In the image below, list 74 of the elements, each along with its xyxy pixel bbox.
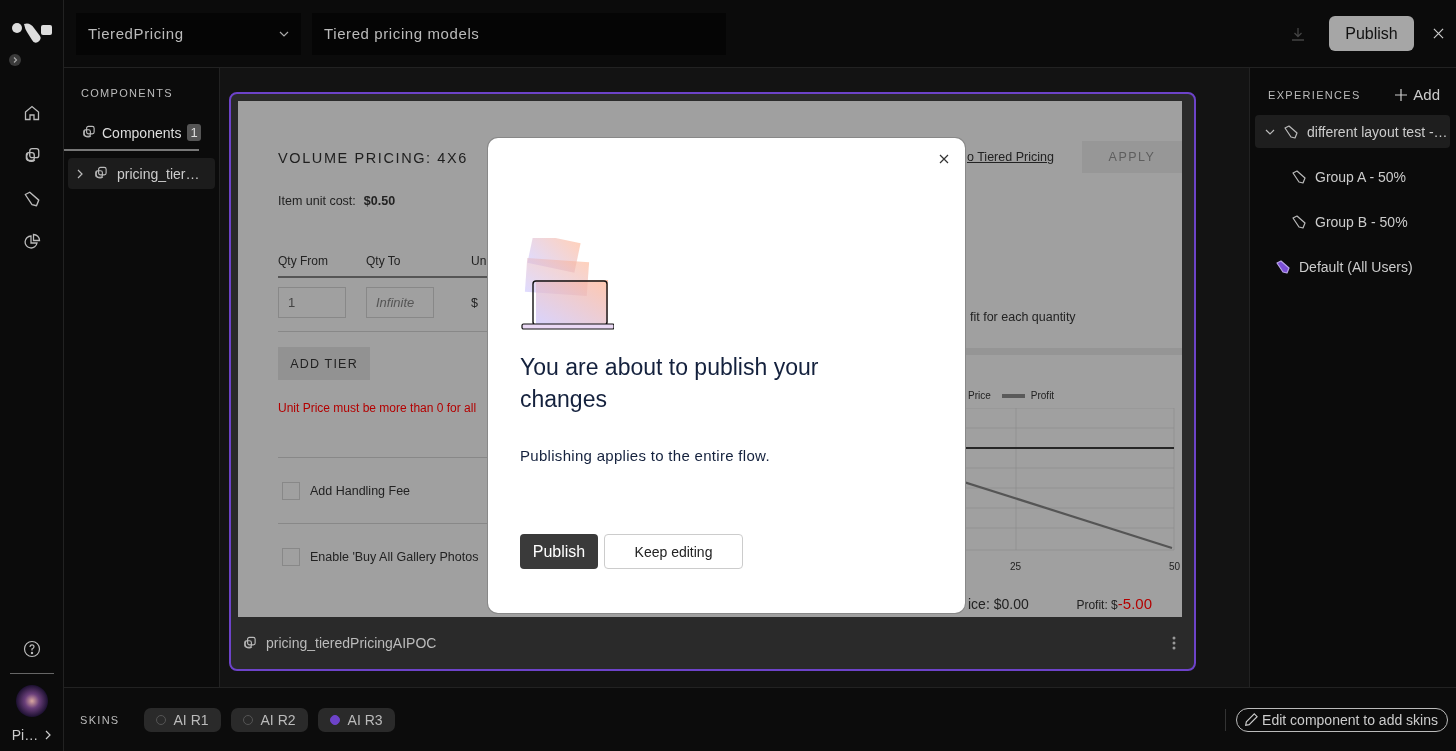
experience-item[interactable]: Default (All Users) — [1255, 250, 1450, 283]
dialog-message: Publishing applies to the entire flow. — [520, 447, 771, 465]
column-header: Qty To — [366, 254, 402, 268]
avatar[interactable] — [15, 685, 48, 717]
axis-tick: 25 — [1010, 561, 1022, 572]
component-name: pricing_tieredPricingAIPOC — [266, 635, 437, 652]
price-summary: ice: $0.00 — [968, 596, 1029, 612]
qty-to-field[interactable]: Infinite — [366, 287, 434, 318]
publish-button[interactable]: Publish — [520, 534, 598, 570]
cost-value: $0.50 — [363, 194, 396, 208]
profit-summary: Profit: $-5.00 — [1076, 595, 1152, 612]
item-label: Group A - 50% — [1315, 168, 1407, 185]
plus-icon — [1395, 88, 1408, 101]
chevron-right-icon[interactable] — [76, 168, 84, 179]
column-header: Un — [471, 254, 487, 268]
option-label: Add Handling Fee — [310, 483, 411, 498]
count-badge: 1 — [187, 124, 201, 141]
item-label: different layout test -… — [1307, 123, 1448, 140]
panel-heading: EXPERIENCES — [1268, 88, 1361, 101]
skins-label: SKINS — [80, 713, 120, 726]
skin-chip[interactable]: AI R1 — [143, 707, 221, 732]
keep-editing-button[interactable]: Keep editing — [604, 534, 743, 570]
axis-tick: 50 — [1168, 561, 1180, 572]
chart-caption: fit for each quantity — [969, 310, 1077, 324]
item-label: Default (All Users) — [1299, 258, 1413, 275]
components-tab[interactable]: Components 1 — [64, 124, 199, 151]
close-icon[interactable] — [939, 154, 949, 164]
legend-swatch — [1001, 393, 1025, 398]
chevron-down-icon — [279, 30, 289, 37]
panel-heading: COMPONENTS — [80, 86, 174, 99]
column-header: Qty From — [278, 254, 329, 268]
legend-label: Price — [968, 390, 991, 401]
chevron-down-icon[interactable] — [1265, 127, 1275, 136]
expand-icon[interactable] — [8, 54, 21, 66]
home-icon[interactable] — [22, 104, 41, 122]
tag-icon — [1283, 123, 1299, 140]
experience-item[interactable]: Group B - 50% — [1255, 205, 1450, 238]
cost-label: Item unit cost: — [278, 194, 356, 208]
experience-item[interactable]: different layout test -… — [1255, 115, 1450, 148]
help-icon[interactable] — [22, 640, 41, 658]
user-menu[interactable]: Pi… — [11, 727, 52, 743]
qty-from-field[interactable]: 1 — [278, 287, 346, 318]
currency-label: $ — [471, 295, 478, 310]
flow-select[interactable]: TieredPricing — [76, 12, 301, 55]
tag-icon — [1291, 213, 1307, 230]
option-label: Enable 'Buy All Gallery Photos — [310, 549, 479, 564]
tag-icon — [1291, 168, 1307, 185]
tree-item[interactable]: pricing_tier… — [68, 158, 215, 189]
pie-chart-icon[interactable] — [22, 233, 41, 251]
preview-title: VOLUME PRICING: 4X6 — [278, 150, 469, 166]
tab-label: Components — [102, 124, 182, 141]
pencil-icon — [1244, 712, 1260, 727]
skin-chip[interactable]: AI R3 — [317, 707, 395, 732]
item-label: Group B - 50% — [1315, 213, 1408, 230]
publish-button[interactable]: Publish — [1329, 16, 1414, 51]
components-icon — [81, 125, 96, 140]
skin-chip[interactable]: AI R2 — [230, 707, 308, 732]
more-icon[interactable] — [1172, 636, 1176, 651]
checkbox[interactable] — [282, 481, 300, 500]
legend-label: Profit — [1030, 390, 1055, 401]
tiered-pricing-link[interactable]: o Tiered Pricing — [967, 150, 1054, 164]
logo-icon[interactable] — [11, 20, 54, 46]
dialog-title: You are about to publish your changes — [520, 353, 820, 414]
item-label: pricing_tier… — [117, 165, 200, 182]
experience-item[interactable]: Group A - 50% — [1255, 160, 1450, 193]
description-field[interactable]: Tiered pricing models — [312, 12, 726, 55]
chevron-right-icon — [45, 730, 52, 740]
components-icon — [242, 635, 257, 651]
add-tier-button[interactable]: ADD TIER — [278, 347, 370, 380]
tag-icon — [22, 190, 41, 208]
components-icon — [93, 166, 108, 181]
tag-icon — [1275, 258, 1291, 275]
checkbox[interactable] — [282, 547, 300, 566]
add-button[interactable]: Add — [1395, 86, 1440, 103]
